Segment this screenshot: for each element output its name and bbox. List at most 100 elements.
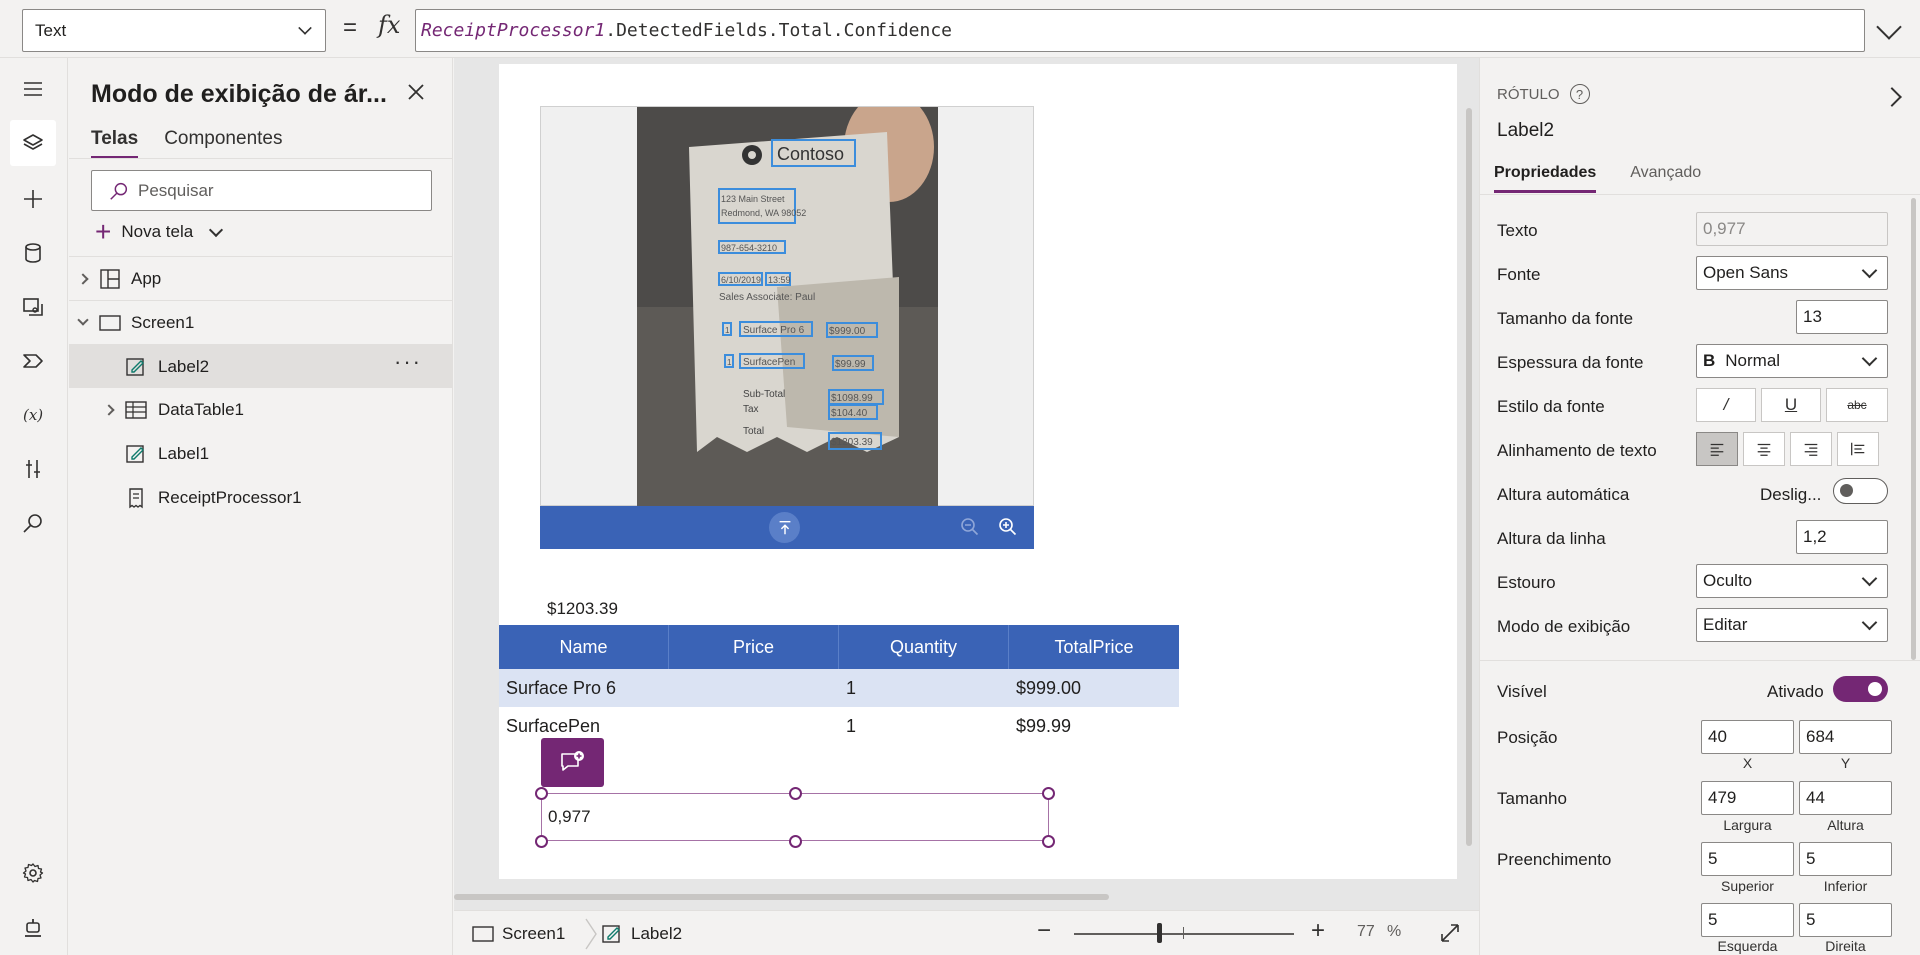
overflow-dropdown[interactable]: Oculto	[1696, 564, 1888, 598]
canvas-area: Contoso 123 Main Street Redmond, WA 9805…	[454, 58, 1479, 910]
more-options-icon[interactable]: ···	[394, 349, 422, 375]
insert-plus-icon[interactable]	[10, 176, 56, 222]
tree-item-screen1[interactable]: Screen1	[69, 300, 452, 344]
virtual-agent-icon[interactable]	[10, 904, 56, 950]
variables-icon[interactable]: (x)	[10, 392, 56, 438]
height-field[interactable]: 44	[1799, 781, 1892, 815]
receipt-processor-control[interactable]: Contoso 123 Main Street Redmond, WA 9805…	[540, 106, 1034, 507]
italic-button[interactable]: /	[1696, 388, 1756, 422]
formula-input[interactable]: ReceiptProcessor1 .DetectedFields.Total.C…	[415, 9, 1865, 52]
media-icon[interactable]	[10, 284, 56, 330]
tree-view-layers-icon[interactable]	[10, 120, 56, 166]
add-comment-button[interactable]	[541, 738, 604, 787]
padding-top-field[interactable]: 5	[1701, 842, 1794, 876]
esquerda-sublabel: Esquerda	[1717, 938, 1778, 954]
properties-scrollbar[interactable]	[1911, 198, 1916, 660]
column-header[interactable]: Quantity	[839, 625, 1009, 669]
fit-to-window-icon[interactable]	[1438, 921, 1462, 945]
visible-toggle[interactable]	[1833, 676, 1888, 702]
tree-item-receiptprocessor1[interactable]: ReceiptProcessor1	[69, 476, 452, 520]
zoom-in-icon[interactable]	[997, 516, 1019, 538]
total-label[interactable]: $1203.39	[547, 599, 618, 619]
chevron-right-icon[interactable]	[77, 272, 89, 285]
prop-label-posicao: Posição	[1497, 728, 1558, 747]
underline-button[interactable]: U	[1761, 388, 1821, 422]
tree-item-datatable1[interactable]: DataTable1	[69, 388, 452, 432]
font-dropdown[interactable]: Open Sans	[1696, 256, 1888, 290]
auto-height-toggle[interactable]	[1833, 478, 1888, 504]
resize-handle[interactable]	[535, 787, 548, 800]
power-automate-icon[interactable]	[10, 338, 56, 384]
prop-label-modo-exibicao: Modo de exibição	[1497, 617, 1631, 636]
font-weight-dropdown[interactable]: B Normal	[1696, 344, 1888, 378]
column-header[interactable]: Name	[499, 625, 669, 669]
texto-field[interactable]: 0,977	[1696, 212, 1888, 246]
padding-bottom-value: 5	[1806, 849, 1816, 868]
new-screen-button[interactable]: + Nova tela	[95, 218, 224, 246]
tree-item-label2[interactable]: Label2 ···	[69, 344, 452, 388]
column-header[interactable]: Price	[669, 625, 839, 669]
align-right-button[interactable]	[1790, 432, 1832, 466]
tab-telas[interactable]: Telas	[91, 128, 139, 159]
zoom-in-button[interactable]: +	[1311, 917, 1325, 945]
width-field[interactable]: 479	[1701, 781, 1794, 815]
close-icon[interactable]	[404, 80, 428, 104]
position-x-field[interactable]: 40	[1701, 720, 1794, 754]
search-icon[interactable]	[10, 500, 56, 546]
tree-item-label1[interactable]: Label1	[69, 432, 452, 476]
tab-componentes[interactable]: Componentes	[164, 128, 282, 159]
font-size-field[interactable]: 13	[1796, 300, 1888, 334]
zoom-value[interactable]: 77	[1357, 923, 1375, 941]
receipt-address-line2: Redmond, WA 98052	[721, 208, 806, 218]
control-kind: RÓTULO ?	[1497, 84, 1590, 104]
data-database-icon[interactable]	[10, 230, 56, 276]
position-y-field[interactable]: 684	[1799, 720, 1892, 754]
screen-canvas[interactable]: Contoso 123 Main Street Redmond, WA 9805…	[499, 64, 1457, 879]
control-kind-label: RÓTULO	[1497, 85, 1560, 103]
help-icon[interactable]: ?	[1569, 84, 1590, 104]
data-table[interactable]: Name Price Quantity TotalPrice Surface P…	[499, 625, 1179, 745]
resize-handle[interactable]	[1042, 787, 1055, 800]
resize-handle[interactable]	[535, 835, 548, 848]
padding-right-field[interactable]: 5	[1799, 903, 1892, 937]
align-left-button[interactable]	[1696, 432, 1738, 466]
align-justify-button[interactable]	[1837, 432, 1879, 466]
strikethrough-button[interactable]: abc	[1826, 388, 1888, 422]
hamburger-menu-icon[interactable]	[10, 66, 56, 112]
property-dropdown[interactable]: Text	[22, 9, 326, 52]
resize-handle[interactable]	[1042, 835, 1055, 848]
collapse-panel-chevron-icon[interactable]	[1882, 87, 1902, 107]
zoom-slider-thumb[interactable]	[1157, 923, 1163, 943]
table-row[interactable]: Surface Pro 6 1 $999.00	[499, 669, 1179, 707]
chevron-right-icon[interactable]	[103, 404, 115, 416]
column-header[interactable]: TotalPrice	[1009, 625, 1179, 669]
control-name[interactable]: Label2	[1497, 120, 1554, 142]
breadcrumb-label2[interactable]: Label2	[601, 923, 682, 945]
tab-avancado[interactable]: Avançado	[1630, 164, 1701, 193]
upload-icon[interactable]	[769, 512, 800, 543]
breadcrumb-screen1[interactable]: Screen1	[472, 923, 565, 945]
advanced-tools-icon[interactable]	[10, 446, 56, 492]
tree-item-app[interactable]: App	[69, 256, 452, 300]
receipt-processor-icon	[129, 488, 143, 509]
chevron-down-icon	[1861, 262, 1878, 279]
tab-propriedades[interactable]: Propriedades	[1494, 164, 1597, 193]
align-center-button[interactable]	[1743, 432, 1785, 466]
settings-gear-icon[interactable]	[10, 850, 56, 896]
search-input[interactable]: Pesquisar	[91, 170, 432, 211]
padding-bottom-field[interactable]: 5	[1799, 842, 1892, 876]
horizontal-scrollbar[interactable]	[454, 894, 1109, 900]
line-height-field[interactable]: 1,2	[1796, 520, 1888, 554]
zoom-slider[interactable]	[1074, 933, 1294, 935]
height-value: 44	[1806, 788, 1825, 807]
resize-handle[interactable]	[789, 787, 802, 800]
expand-formula-chevron-icon[interactable]	[1876, 14, 1902, 40]
resize-handle[interactable]	[789, 835, 802, 848]
padding-left-field[interactable]: 5	[1701, 903, 1794, 937]
vertical-scrollbar[interactable]	[1466, 108, 1472, 846]
chevron-down-icon[interactable]	[77, 314, 89, 326]
selected-label2[interactable]: 0,977	[541, 793, 1049, 841]
zoom-out-button[interactable]: −	[1037, 917, 1051, 945]
display-mode-dropdown[interactable]: Editar	[1696, 608, 1888, 642]
zoom-out-icon[interactable]	[959, 516, 981, 538]
